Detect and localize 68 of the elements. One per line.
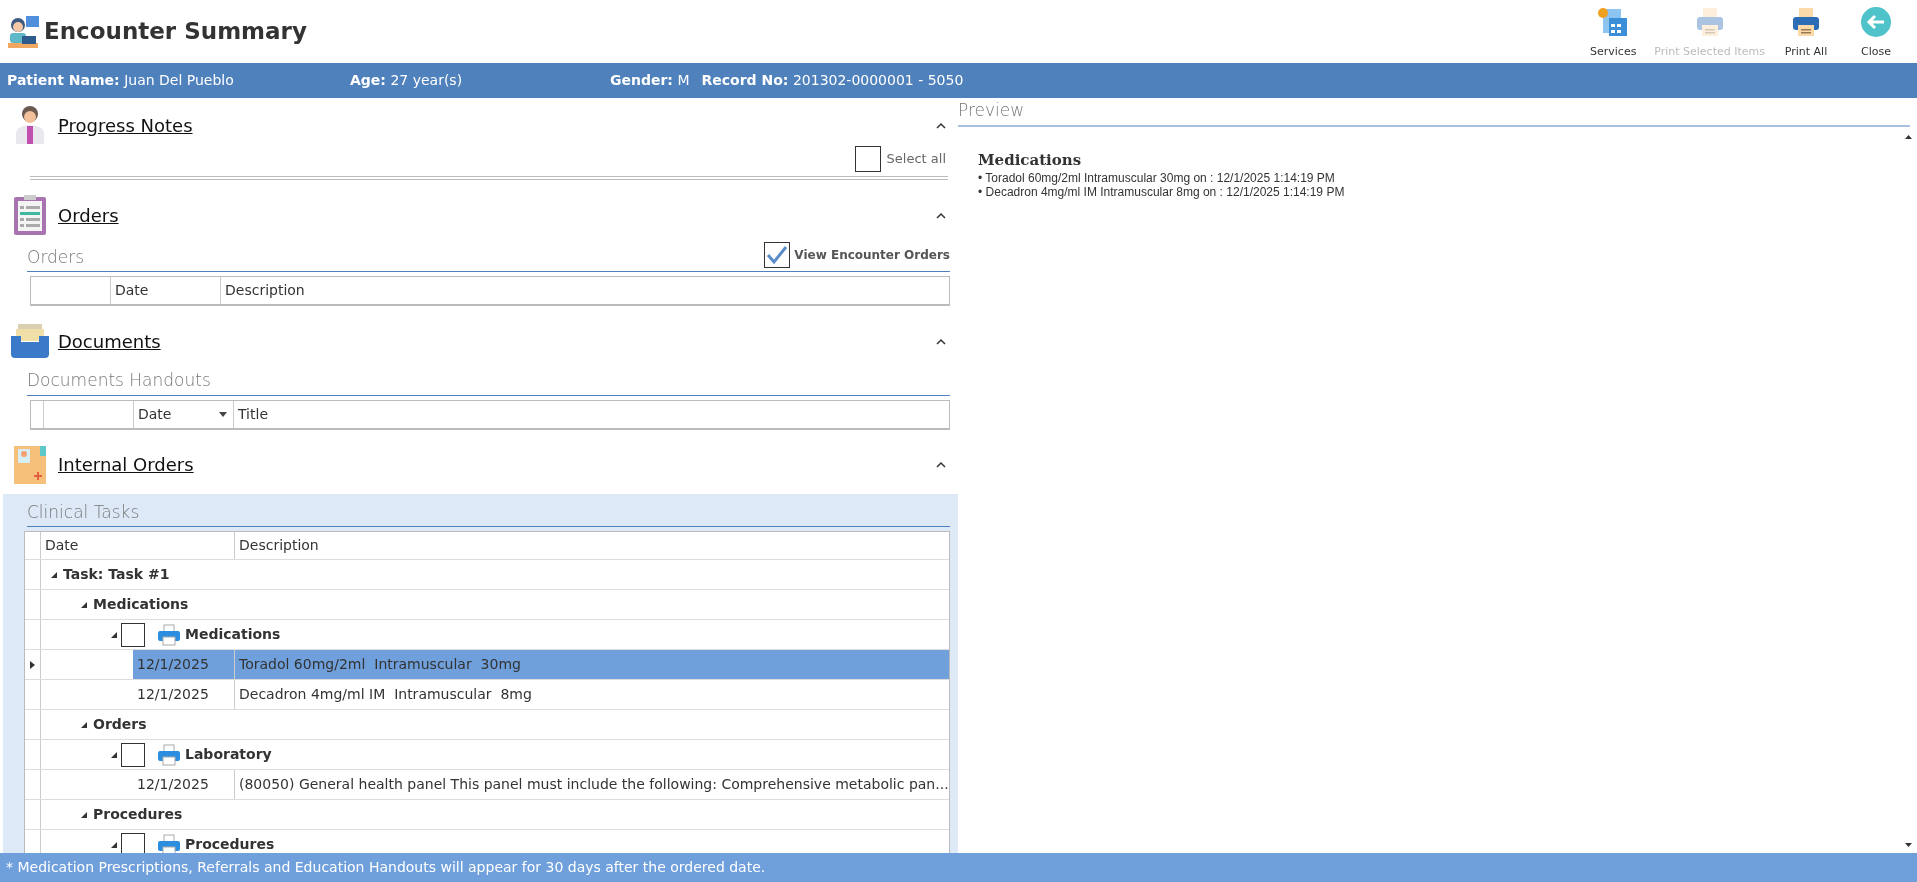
preview-heading: Medications: [978, 149, 1083, 171]
sort-caret-icon: [219, 411, 227, 417]
tree-node-label[interactable]: Medications: [185, 624, 281, 645]
printer-icon: [1790, 6, 1822, 38]
column-header[interactable]: Date: [111, 277, 221, 304]
section-title[interactable]: Internal Orders: [58, 451, 194, 478]
printer-icon: [157, 743, 181, 766]
subsection-title: Clinical Tasks: [27, 500, 140, 524]
preview-title: Preview: [958, 98, 1910, 127]
table-row[interactable]: 12/1/2025 Toradol 60mg/2ml Intramuscular 30mg: [133, 650, 949, 679]
select-all-checkbox[interactable]: [854, 146, 881, 172]
expand-triangle-icon[interactable]: [111, 631, 117, 638]
tree-node-label[interactable]: Procedures: [185, 834, 275, 853]
section-title[interactable]: Progress Notes: [58, 111, 193, 139]
table-row[interactable]: 12/1/2025 (80050) General health panel This panel must include the following: Comprehensive metabolic pan...: [133, 770, 949, 799]
services-button[interactable]: Services: [1578, 0, 1649, 63]
patient-field: Record No: 201302-0000001 - 5050: [701, 70, 964, 91]
collapse-chevron-icon[interactable]: [936, 337, 946, 345]
column-header[interactable]: Description: [235, 532, 949, 559]
row-indicator-icon: [30, 660, 35, 669]
patient-field: Age: 27 year(s): [350, 70, 610, 91]
tree-node-label[interactable]: Procedures: [93, 804, 183, 825]
checkbox-label: Select all: [886, 150, 946, 169]
table-cell: 12/1/2025: [133, 680, 235, 709]
table-cell-text: (80050) General health panel This panel must include the following: Comprehensive metabolic pan...: [238, 775, 949, 794]
expand-triangle-icon[interactable]: [111, 751, 117, 758]
preview-line: • Toradol 60mg/2ml Intramuscular 30mg on : 12/1/2025 1:14:19 PM: [978, 171, 1336, 186]
table-row[interactable]: 12/1/2025 Decadron 4mg/ml IM Intramuscular 8mg: [133, 680, 949, 709]
subsection-title: Documents Handouts: [27, 369, 211, 392]
tree-node-label[interactable]: Orders: [93, 714, 147, 735]
column-header[interactable]: Description: [221, 277, 949, 304]
tree-node-label[interactable]: Laboratory: [185, 744, 272, 765]
patient-field: Patient Name: Juan Del Pueblo: [7, 70, 350, 91]
expand-triangle-icon[interactable]: [51, 571, 57, 578]
row-checkbox[interactable]: [121, 622, 145, 647]
close-button[interactable]: Close: [1841, 0, 1911, 63]
expand-triangle-icon[interactable]: [81, 601, 87, 608]
tree-node-label[interactable]: Medications: [93, 594, 189, 615]
column-header[interactable]: Date: [134, 400, 234, 428]
column-header[interactable]: Date: [41, 532, 235, 559]
patient-field: Gender: M: [610, 70, 690, 91]
row-checkbox[interactable]: [121, 742, 145, 767]
footer-note: * Medication Prescriptions, Referrals and Education Handouts will appear for 30 days after the ordered date.: [0, 853, 1917, 882]
tree-node-label[interactable]: Task: Task #1: [63, 564, 170, 585]
collapse-chevron-icon[interactable]: [936, 211, 946, 219]
calculator-icon: [1597, 6, 1630, 38]
expand-triangle-icon[interactable]: [111, 841, 117, 848]
row-checkbox[interactable]: [121, 832, 145, 853]
table-cell: 12/1/2025: [133, 650, 235, 679]
preview-line: • Decadron 4mg/ml IM Intramuscular 8mg on : 12/1/2025 1:14:19 PM: [978, 185, 1346, 200]
table-cell-text: Toradol 60mg/2ml Intramuscular 30mg: [238, 655, 522, 674]
scroll-down-icon[interactable]: [1905, 843, 1912, 847]
expand-triangle-icon[interactable]: [81, 811, 87, 818]
view-orders-checkbox[interactable]: [764, 242, 791, 268]
table-cell: 12/1/2025: [133, 770, 235, 799]
subsection-title: Orders: [27, 245, 85, 269]
print-button[interactable]: Print All: [1771, 0, 1841, 63]
collapse-chevron-icon[interactable]: [936, 461, 946, 468]
section-title[interactable]: Orders: [58, 201, 119, 229]
window-title: Encounter Summary: [44, 17, 307, 47]
scroll-up-icon[interactable]: [1905, 134, 1912, 139]
checkbox-label: View Encounter Orders: [794, 247, 950, 264]
table-cell-text: Decadron 4mg/ml IM Intramuscular 8mg: [238, 685, 533, 704]
printer-icon: [157, 623, 181, 646]
section-title[interactable]: Documents: [58, 327, 161, 355]
collapse-chevron-icon[interactable]: [936, 121, 946, 129]
column-header[interactable]: Title: [234, 400, 949, 428]
expand-triangle-icon[interactable]: [81, 721, 87, 728]
